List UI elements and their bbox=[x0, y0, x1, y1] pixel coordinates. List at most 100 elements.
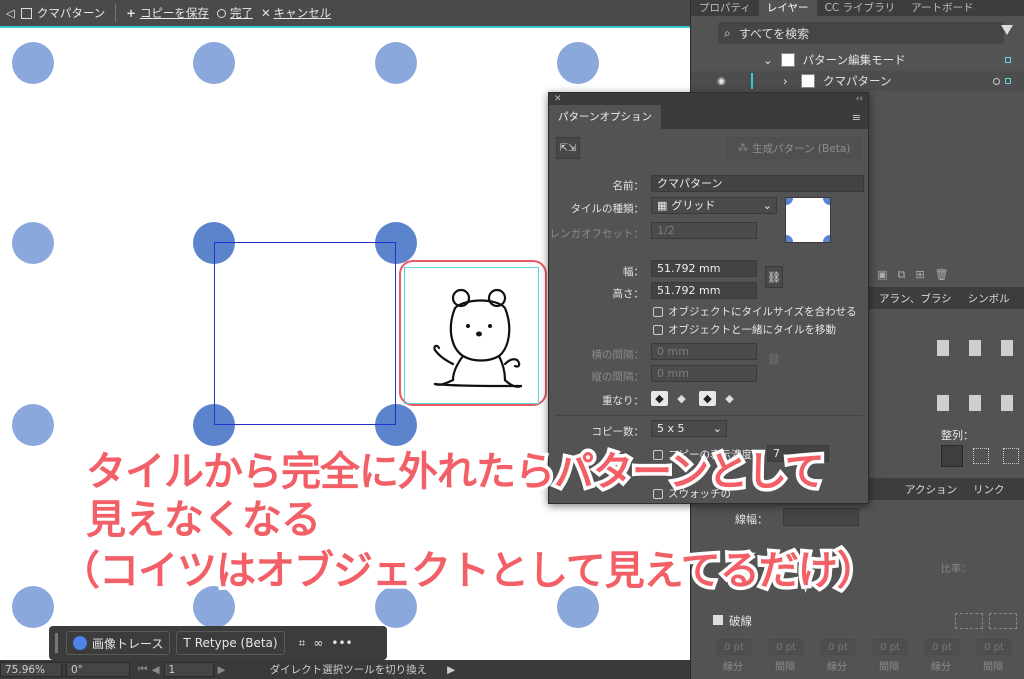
clip-icon[interactable]: ▣ bbox=[877, 268, 887, 282]
layer-row-pattern-mode[interactable]: ⌄ パターン編集モード bbox=[691, 50, 1024, 70]
align-to-key-icon[interactable] bbox=[973, 448, 989, 464]
v-spacing-field[interactable]: 0 mm bbox=[651, 365, 757, 382]
align-top-icon[interactable] bbox=[937, 340, 949, 356]
v-spacing-label: 縦の間隔： bbox=[591, 371, 645, 383]
generate-pattern-button[interactable]: ⁂ 生成パターン (Beta) bbox=[727, 137, 861, 159]
sparkle-icon: ⁂ bbox=[737, 142, 749, 154]
layer-search-input[interactable]: ⌕ すべてを検索 bbox=[718, 22, 1004, 44]
done-button[interactable]: 完了 bbox=[216, 5, 253, 21]
tab-actions[interactable]: アクション bbox=[897, 482, 965, 497]
spacing-link-icon[interactable]: ⛓ bbox=[767, 353, 781, 366]
tab-artboards[interactable]: アートボード bbox=[903, 0, 981, 16]
status-bar: 75.96% 0° ⏮ ◀ 1 ▶ ダイレクト選択ツールを切り換え ▶ bbox=[0, 660, 690, 679]
trash-icon[interactable]: 🗑 bbox=[935, 268, 949, 282]
drag-handle-icon[interactable] bbox=[55, 633, 58, 653]
align-vcenter-icon[interactable] bbox=[969, 340, 981, 356]
bear-object[interactable] bbox=[404, 267, 539, 404]
more-icon[interactable]: ••• bbox=[331, 636, 352, 650]
save-copy-button[interactable]: + コピーを保存 bbox=[126, 5, 209, 21]
target-icon[interactable] bbox=[993, 77, 1000, 85]
gap-field-3[interactable]: 0 pt bbox=[977, 639, 1011, 655]
overlap-bottom-icon[interactable]: ◆ bbox=[721, 391, 738, 406]
circle-icon bbox=[216, 8, 226, 18]
dashed-label: 破線 bbox=[729, 614, 752, 628]
align-bottom-icon[interactable] bbox=[1001, 340, 1013, 356]
dashed-checkbox[interactable] bbox=[713, 615, 723, 625]
close-icon[interactable]: ✕ bbox=[554, 93, 562, 105]
align-to-label: 整列： bbox=[941, 429, 974, 442]
dash-field-3[interactable]: 0 pt bbox=[925, 639, 959, 655]
chevron-right-icon[interactable]: › bbox=[783, 74, 788, 88]
trace-icon bbox=[73, 636, 87, 650]
layer-row-bear-pattern[interactable]: ◉ › クマパターン bbox=[691, 71, 1024, 91]
pattern-dot bbox=[12, 222, 54, 264]
retype-button[interactable]: T Retype (Beta) bbox=[176, 631, 285, 655]
fit-tile-checkbox[interactable]: オブジェクトにタイルサイズを合わせる bbox=[653, 304, 857, 319]
h-spacing-field[interactable]: 0 mm bbox=[651, 343, 757, 360]
chevron-down-icon: ⌄ bbox=[762, 199, 772, 212]
layer-thumbnail bbox=[780, 53, 795, 67]
tab-layers[interactable]: レイヤー bbox=[758, 0, 817, 16]
first-artboard-icon[interactable]: ⏮ bbox=[138, 663, 147, 676]
close-icon: ✕ bbox=[260, 6, 271, 20]
align-to-artboard-icon[interactable] bbox=[1003, 448, 1019, 464]
height-field[interactable]: 51.792 mm bbox=[651, 282, 757, 299]
eye-icon[interactable]: ◉ bbox=[717, 76, 726, 87]
overlap-top-icon[interactable]: ◆ bbox=[699, 391, 716, 406]
new-layer-icon[interactable]: ⊞ bbox=[915, 268, 924, 282]
status-menu-icon[interactable]: ▶ bbox=[447, 664, 455, 676]
brick-offset-label: レンガオフセット： bbox=[549, 228, 645, 240]
link-icon[interactable]: ∞ bbox=[313, 636, 323, 650]
collapse-icon[interactable]: ‹‹ bbox=[856, 93, 863, 105]
width-field[interactable]: 51.792 mm bbox=[651, 260, 757, 277]
copies-select[interactable]: 5 x 5 ⌄ bbox=[651, 420, 727, 437]
plus-icon: + bbox=[126, 6, 136, 20]
align-to-selection-icon[interactable] bbox=[941, 445, 963, 467]
tab-links[interactable]: リンク bbox=[965, 482, 1013, 497]
tab-cc-libraries[interactable]: CC ライブラリ bbox=[817, 0, 904, 16]
prev-artboard-icon[interactable]: ◀ bbox=[151, 664, 159, 676]
pattern-dot bbox=[12, 42, 54, 84]
gap-field-1[interactable]: 0 pt bbox=[769, 639, 803, 655]
artboard-number-field[interactable]: 1 bbox=[163, 662, 214, 677]
crop-icon[interactable]: ⌗ bbox=[299, 636, 306, 651]
panel-menu-icon[interactable]: ≡ bbox=[852, 111, 861, 124]
filter-icon[interactable] bbox=[1001, 25, 1013, 35]
cancel-button[interactable]: ✕ キャンセル bbox=[261, 5, 331, 21]
distribute-right-icon[interactable] bbox=[1001, 395, 1013, 411]
dash-align-icon[interactable] bbox=[955, 613, 983, 629]
name-field[interactable]: クマパターン bbox=[651, 175, 864, 192]
back-arrow-icon[interactable]: ◁ bbox=[6, 6, 15, 20]
layers-panel-tabs: プロパティ レイヤー CC ライブラリ アートボード bbox=[691, 0, 1024, 16]
retype-icon: T bbox=[183, 636, 191, 650]
layers-footer: ⌕ ▣ ⧉ ⊞ 🗑 bbox=[861, 268, 949, 282]
zoom-field[interactable]: 75.96% bbox=[0, 662, 62, 677]
dialog-titlebar[interactable]: ✕ ‹‹ bbox=[549, 93, 868, 105]
tile-type-select[interactable]: ▦ グリッド ⌄ bbox=[651, 197, 777, 214]
ratio-label: 比率： bbox=[941, 564, 971, 575]
new-sublayer-icon[interactable]: ⧉ bbox=[898, 268, 906, 282]
tab-pattern-options[interactable]: パターンオプション bbox=[549, 105, 661, 129]
rotation-field[interactable]: 0° bbox=[66, 662, 130, 677]
tab-symbols[interactable]: シンボル bbox=[960, 291, 1018, 306]
link-icon[interactable]: ⛓ bbox=[765, 266, 783, 288]
distribute-left-icon[interactable] bbox=[937, 395, 949, 411]
image-trace-button[interactable]: 画像トレース bbox=[66, 631, 171, 655]
h-spacing-label: 横の間隔： bbox=[591, 349, 645, 361]
tile-tool-button[interactable]: ⇱⇲ bbox=[556, 137, 580, 159]
stroke-width-field[interactable] bbox=[783, 508, 859, 526]
pattern-tile-boundary[interactable] bbox=[214, 242, 396, 425]
dash-field-1[interactable]: 0 pt bbox=[717, 639, 751, 655]
gap-field-2[interactable]: 0 pt bbox=[873, 639, 907, 655]
tab-brushes[interactable]: アラン、ブラシ bbox=[871, 291, 960, 306]
distribute-hcenter-icon[interactable] bbox=[969, 395, 981, 411]
dash-field-2[interactable]: 0 pt bbox=[821, 639, 855, 655]
tab-properties[interactable]: プロパティ bbox=[691, 0, 759, 16]
overlap-right-icon[interactable]: ◆ bbox=[673, 391, 690, 406]
brick-offset-select[interactable]: 1/2 bbox=[651, 222, 757, 239]
overlap-left-icon[interactable]: ◆ bbox=[651, 391, 668, 406]
move-tile-checkbox[interactable]: オブジェクトと一緒にタイルを移動 bbox=[653, 322, 836, 337]
dash-label-2: 線分 bbox=[827, 662, 847, 673]
dash-corner-icon[interactable] bbox=[989, 613, 1017, 629]
next-artboard-icon[interactable]: ▶ bbox=[218, 664, 226, 676]
